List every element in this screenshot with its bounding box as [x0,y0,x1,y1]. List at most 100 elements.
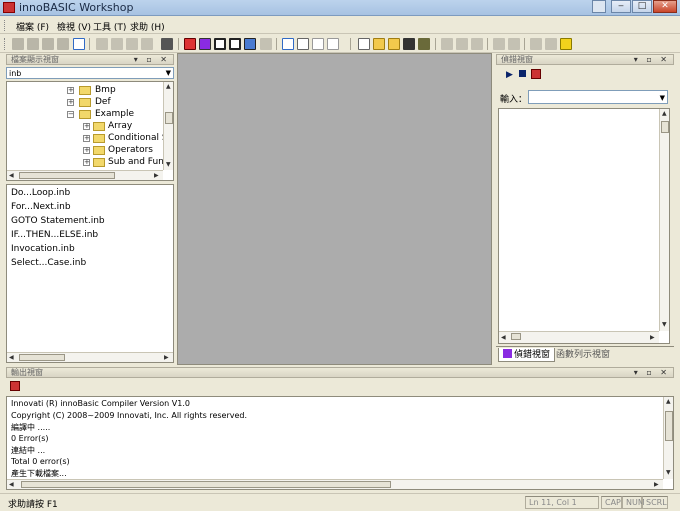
replace-icon[interactable] [42,38,54,50]
scroll-thumb[interactable] [511,333,521,340]
chevron-down-icon[interactable]: ▼ [660,93,665,104]
scroll-right-icon[interactable]: ▶ [650,334,655,341]
goto-icon[interactable] [57,38,69,50]
list-item[interactable]: Invocation.inb [11,244,75,254]
toggle-view-icon[interactable] [73,38,85,50]
explorer-pane-icon[interactable] [282,38,294,50]
comment-icon[interactable] [126,38,138,50]
watch-icon[interactable] [244,38,256,50]
tree-item[interactable]: + Bmp [7,84,165,96]
expand-icon[interactable]: + [67,87,74,94]
scroll-up-icon[interactable]: ▲ [662,110,667,117]
tree-item[interactable]: + Sub and Func [7,156,169,168]
tab-functions[interactable]: 函數列示視窗 [552,348,614,362]
scroll-right-icon[interactable]: ▶ [164,354,169,361]
tree-item[interactable]: + Operators [7,144,165,156]
save-icon[interactable] [403,38,415,50]
list-item[interactable]: Select...Case.inb [11,258,86,268]
chevron-down-icon[interactable]: ▼ [166,68,171,79]
output-pane-icon[interactable] [297,38,309,50]
output-vscroll[interactable]: ▲ ▼ [663,397,673,479]
list-item[interactable]: GOTO Statement.inb [11,216,105,226]
minimize-button[interactable]: ‒ [611,0,631,13]
scroll-down-icon[interactable]: ▼ [666,469,671,476]
print-icon[interactable] [530,38,542,50]
uncomment-icon[interactable] [141,38,153,50]
list-item[interactable]: For...Next.inb [11,202,71,212]
editor-area[interactable] [177,53,492,365]
scroll-left-icon[interactable]: ◀ [9,354,14,361]
maximize-button[interactable]: □ [632,0,652,13]
tree-item[interactable]: + Def [7,96,165,108]
save-all-icon[interactable] [418,38,430,50]
collapse-icon[interactable]: − [67,111,74,118]
scroll-right-icon[interactable]: ▶ [154,172,159,179]
clear-icon[interactable] [531,69,541,79]
print-preview-icon[interactable] [545,38,557,50]
menu-help[interactable]: 求助 (H) [130,20,165,33]
clear-output-icon[interactable] [10,381,20,391]
scroll-up-icon[interactable]: ▲ [166,83,171,90]
scroll-up-icon[interactable]: ▲ [666,398,671,405]
list-item[interactable]: Do...Loop.inb [11,188,70,198]
scroll-left-icon[interactable]: ◀ [501,334,506,341]
debug-controls[interactable]: ▾ ▫ ✕ [634,55,670,65]
debug-vscroll[interactable]: ▲ ▼ [659,109,669,331]
help-icon[interactable] [560,38,572,50]
expand-icon[interactable]: + [67,99,74,106]
filelist-hscroll[interactable]: ◀ ▶ [7,352,173,362]
scroll-thumb[interactable] [19,172,115,179]
debug-icon[interactable] [199,38,211,50]
stop-icon[interactable] [519,70,526,77]
file-filter-combo[interactable]: inb ▼ [6,67,174,79]
output-controls[interactable]: ▾ ▫ ✕ [634,368,670,378]
scroll-down-icon[interactable]: ▼ [662,321,667,328]
debug-output[interactable]: ▲ ▼ ◀ ▶ [498,108,670,344]
layout-icon[interactable] [327,38,339,50]
bug-icon[interactable] [184,38,196,50]
scroll-thumb[interactable] [19,354,65,361]
list-item[interactable]: IF...THEN...ELSE.inb [11,230,98,240]
cut-icon[interactable] [441,38,453,50]
debug-hscroll[interactable]: ◀ ▶ [499,331,659,343]
expand-icon[interactable]: + [83,147,90,154]
scroll-left-icon[interactable]: ◀ [9,172,14,179]
outdent-icon[interactable] [111,38,123,50]
run-to-cursor-icon[interactable] [260,38,272,50]
explorer-controls[interactable]: ▾ ▫ ✕ [134,55,170,65]
output-console[interactable]: Innovati (R) innoBasic Compiler Version … [6,396,674,490]
debug-pane-icon[interactable] [312,38,324,50]
close-button[interactable]: ✕ [653,0,677,13]
menu-view[interactable]: 檢視 (V) [57,20,91,33]
undo-icon[interactable] [493,38,505,50]
scroll-thumb[interactable] [165,112,173,124]
open-project-icon[interactable] [388,38,400,50]
expand-icon[interactable]: + [83,123,90,130]
new-file-icon[interactable] [358,38,370,50]
scroll-down-icon[interactable]: ▼ [166,161,171,168]
scroll-thumb[interactable] [661,121,669,133]
tree-vscroll[interactable]: ▲ ▼ [163,82,173,170]
find-icon[interactable] [12,38,24,50]
breakpoint-icon[interactable] [229,38,241,50]
tree-hscroll[interactable]: ◀ ▶ [7,170,163,180]
redo-icon[interactable] [508,38,520,50]
tree-item[interactable]: + Conditional S [7,132,168,144]
tab-debug[interactable]: 偵錯視窗 [498,348,556,362]
tree-item[interactable]: − Example [7,108,165,120]
expand-icon[interactable]: + [83,135,90,142]
copy-icon[interactable] [456,38,468,50]
paste-icon[interactable] [471,38,483,50]
scroll-thumb[interactable] [665,411,673,441]
find-next-icon[interactable] [27,38,39,50]
open-folder-icon[interactable] [373,38,385,50]
scroll-left-icon[interactable]: ◀ [9,481,14,488]
menu-tools[interactable]: 工具 (T) [93,20,126,33]
menu-file[interactable]: 檔案 (F) [16,20,49,33]
tree-item[interactable]: + Array [7,120,165,132]
play-icon[interactable]: ▶ [506,70,513,80]
debug-input-combo[interactable]: ▼ [528,90,668,104]
scroll-thumb[interactable] [21,481,391,488]
output-hscroll[interactable]: ◀ ▶ [7,479,663,489]
expand-icon[interactable]: + [83,159,90,166]
